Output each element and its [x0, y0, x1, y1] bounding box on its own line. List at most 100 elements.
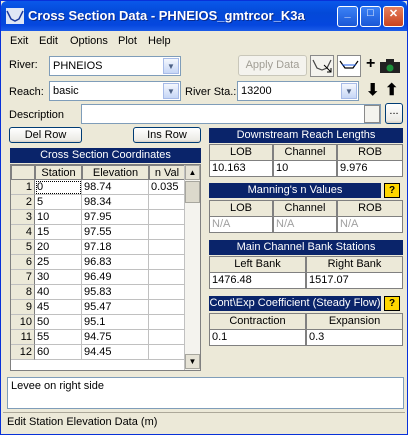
notes-textarea[interactable]: Levee on right side: [7, 377, 404, 409]
close-button[interactable]: ✕: [383, 6, 404, 27]
xs-shape-icon-button[interactable]: [337, 55, 361, 77]
table-row[interactable]: 7 30 96.49: [11, 270, 185, 285]
contraction-field[interactable]: 0.1: [209, 329, 306, 346]
mn-channel-field: N/A: [273, 216, 337, 233]
nval-cell[interactable]: [149, 270, 185, 285]
elevation-cell[interactable]: 98.34: [82, 195, 149, 210]
table-row[interactable]: 9 45 95.47: [11, 300, 185, 315]
elevation-cell[interactable]: 95.47: [82, 300, 149, 315]
scroll-down-icon[interactable]: ▼: [185, 354, 200, 369]
grid-scrollbar[interactable]: ▲ ▼: [184, 165, 200, 370]
elevation-cell[interactable]: 96.49: [82, 270, 149, 285]
river-select[interactable]: PHNEIOS ▼: [49, 56, 181, 76]
elevation-cell[interactable]: 97.55: [82, 225, 149, 240]
minimize-button[interactable]: _: [337, 6, 358, 27]
table-row[interactable]: 10 50 95.1: [11, 315, 185, 330]
table-row[interactable]: 3 10 97.95: [11, 210, 185, 225]
table-row[interactable]: 6 25 96.83: [11, 255, 185, 270]
nval-cell[interactable]: 0.035: [149, 180, 185, 195]
grid-corner: [11, 165, 35, 180]
ds-header-channel: Channel: [273, 144, 337, 161]
elevation-cell[interactable]: 98.74: [82, 180, 149, 195]
nval-cell[interactable]: [149, 330, 185, 345]
menu-exit[interactable]: Exit: [10, 35, 28, 47]
nval-cell[interactable]: [149, 240, 185, 255]
maximize-icon: □: [367, 7, 374, 19]
row-number: 8: [11, 285, 35, 300]
station-cell[interactable]: 30: [35, 270, 82, 285]
menu-help[interactable]: Help: [148, 35, 171, 47]
nval-cell[interactable]: [149, 255, 185, 270]
ds-lob-field[interactable]: 10.163: [209, 160, 273, 177]
del-row-button[interactable]: Del Row: [9, 127, 82, 143]
station-cell[interactable]: 60: [35, 345, 82, 360]
plot-xs-icon-button[interactable]: [310, 55, 334, 77]
header-station: Station: [35, 165, 82, 180]
river-sta-select[interactable]: 13200 ▼: [237, 81, 359, 101]
elevation-cell[interactable]: 95.1: [82, 315, 149, 330]
minimize-icon: _: [344, 7, 351, 19]
contexp-help-icon[interactable]: ?: [384, 296, 400, 311]
table-row[interactable]: 1 0 98.74 0.035: [11, 180, 185, 195]
expansion-field[interactable]: 0.3: [306, 329, 403, 346]
table-row[interactable]: 5 20 97.18: [11, 240, 185, 255]
elevation-cell[interactable]: 94.45: [82, 345, 149, 360]
station-cell[interactable]: 55: [35, 330, 82, 345]
table-row[interactable]: 12 60 94.45: [11, 345, 185, 360]
maximize-button[interactable]: □: [360, 6, 381, 27]
elevation-cell[interactable]: 97.95: [82, 210, 149, 225]
arrow-up-icon[interactable]: ⬆: [385, 80, 398, 100]
row-number: 9: [11, 300, 35, 315]
reach-label: Reach:: [9, 86, 44, 98]
station-cell[interactable]: 15: [35, 225, 82, 240]
scroll-up-icon[interactable]: ▲: [185, 165, 200, 180]
nval-cell[interactable]: [149, 285, 185, 300]
menu-plot[interactable]: Plot: [118, 35, 137, 47]
station-cell[interactable]: 40: [35, 285, 82, 300]
arrow-down-icon[interactable]: ⬇: [366, 80, 379, 100]
right-bank-field[interactable]: 1517.07: [306, 272, 403, 289]
camera-icon[interactable]: [379, 58, 401, 74]
apply-data-button[interactable]: Apply Data: [238, 55, 307, 76]
description-more-button[interactable]: ...: [385, 103, 403, 124]
ds-rob-field[interactable]: 9.976: [337, 160, 403, 177]
close-icon: ✕: [388, 8, 399, 20]
table-row[interactable]: 8 40 95.83: [11, 285, 185, 300]
mannings-help-icon[interactable]: ?: [384, 183, 400, 198]
station-cell[interactable]: 0: [35, 180, 82, 195]
station-cell[interactable]: 25: [35, 255, 82, 270]
station-cell[interactable]: 10: [35, 210, 82, 225]
station-cell[interactable]: 45: [35, 300, 82, 315]
elevation-cell[interactable]: 96.83: [82, 255, 149, 270]
menu-options[interactable]: Options: [70, 35, 108, 47]
scroll-thumb[interactable]: [185, 181, 200, 203]
row-number: 4: [11, 225, 35, 240]
nval-cell[interactable]: [149, 345, 185, 360]
ds-channel-field[interactable]: 10: [273, 160, 337, 177]
row-number: 2: [11, 195, 35, 210]
left-bank-field[interactable]: 1476.48: [209, 272, 306, 289]
ins-row-button[interactable]: Ins Row: [133, 127, 201, 143]
nval-cell[interactable]: [149, 225, 185, 240]
menu-edit[interactable]: Edit: [39, 35, 58, 47]
station-cell[interactable]: 20: [35, 240, 82, 255]
station-cell[interactable]: 5: [35, 195, 82, 210]
nval-cell[interactable]: [149, 315, 185, 330]
nval-cell[interactable]: [149, 210, 185, 225]
mn-header-channel: Channel: [273, 200, 337, 217]
coords-grid[interactable]: Station Elevation n Val 1 0 98.74 0.035 2 5 98…: [10, 164, 201, 371]
table-row[interactable]: 2 5 98.34: [11, 195, 185, 210]
elevation-cell[interactable]: 95.83: [82, 285, 149, 300]
elevation-cell[interactable]: 97.18: [82, 240, 149, 255]
description-scroll[interactable]: [364, 105, 380, 123]
table-row[interactable]: 4 15 97.55: [11, 225, 185, 240]
reach-select[interactable]: basic ▼: [49, 81, 181, 101]
elevation-cell[interactable]: 94.75: [82, 330, 149, 345]
nval-cell[interactable]: [149, 195, 185, 210]
table-row[interactable]: 11 55 94.75: [11, 330, 185, 345]
add-icon[interactable]: +: [366, 55, 375, 73]
station-cell[interactable]: 50: [35, 315, 82, 330]
nval-cell[interactable]: [149, 300, 185, 315]
description-field[interactable]: [81, 104, 381, 124]
row-number: 1: [11, 180, 35, 195]
